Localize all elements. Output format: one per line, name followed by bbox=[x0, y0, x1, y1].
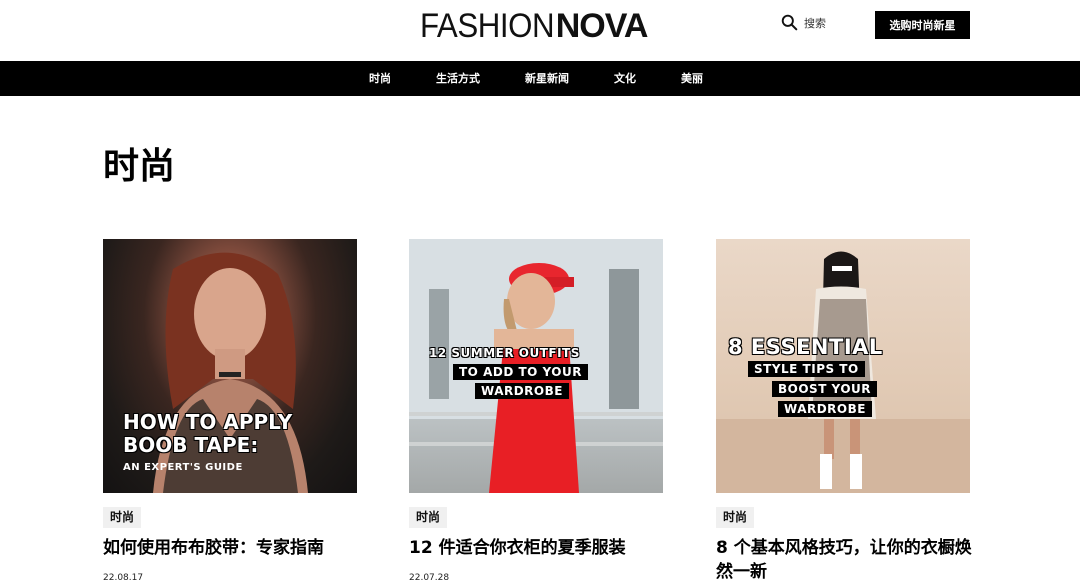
article-title[interactable]: 如何使用布布胶带：专家指南 bbox=[103, 536, 365, 560]
category-tag[interactable]: 时尚 bbox=[103, 507, 142, 528]
article-date: 22.07.28 bbox=[409, 573, 450, 583]
article-image[interactable]: 8 ESSENTIAL STYLE TIPS TO BOOST YOUR WAR… bbox=[716, 239, 970, 493]
image-headline-line1: 8 ESSENTIAL bbox=[728, 335, 883, 359]
nav-item-lifestyle[interactable]: 生活方式 bbox=[436, 61, 480, 96]
nav-item-culture[interactable]: 文化 bbox=[614, 61, 636, 96]
page-title: 时尚 bbox=[103, 146, 176, 187]
logo-light-text: FASHION bbox=[420, 6, 555, 45]
fashion-nova-logo[interactable]: FASHION NOVA bbox=[420, 6, 649, 45]
main-nav: 时尚 生活方式 新星新闻 文化 美丽 bbox=[0, 61, 1080, 96]
nav-item-beauty[interactable]: 美丽 bbox=[681, 61, 703, 96]
article-card: HOW TO APPLY BOOB TAPE: AN EXPERT'S GUID… bbox=[103, 239, 357, 583]
article-title[interactable]: 12 件适合你衣柜的夏季服装 bbox=[409, 536, 671, 560]
image-headline-line3: WARDROBE bbox=[475, 383, 569, 399]
article-image[interactable]: 12 SUMMER OUTFITS TO ADD TO YOUR WARDROB… bbox=[409, 239, 663, 493]
image-headline-line3: AN EXPERT'S GUIDE bbox=[123, 462, 243, 473]
image-headline-line1: 12 SUMMER OUTFITS bbox=[429, 346, 580, 360]
image-headline-line2: BOOB TAPE: bbox=[123, 433, 259, 457]
image-headline-line2: TO ADD TO YOUR bbox=[453, 364, 588, 380]
site-header: FASHION NOVA 搜索 选购时尚新星 bbox=[0, 0, 1080, 60]
search-icon bbox=[781, 14, 798, 31]
article-date: 22.08.17 bbox=[103, 573, 144, 583]
article-card: 8 ESSENTIAL STYLE TIPS TO BOOST YOUR WAR… bbox=[716, 239, 972, 582]
image-headline-line4: WARDROBE bbox=[778, 401, 872, 417]
nav-item-nova-news[interactable]: 新星新闻 bbox=[525, 61, 569, 96]
image-headline-line2: STYLE TIPS TO bbox=[748, 361, 865, 377]
article-image[interactable]: HOW TO APPLY BOOB TAPE: AN EXPERT'S GUID… bbox=[103, 239, 357, 493]
search-label: 搜索 bbox=[804, 16, 826, 30]
image-headline-line1: HOW TO APPLY bbox=[123, 410, 293, 434]
nav-item-fashion[interactable]: 时尚 bbox=[369, 61, 391, 96]
category-tag[interactable]: 时尚 bbox=[716, 507, 755, 528]
search-button[interactable]: 搜索 bbox=[781, 14, 826, 31]
category-tag[interactable]: 时尚 bbox=[409, 507, 448, 528]
article-card: 12 SUMMER OUTFITS TO ADD TO YOUR WARDROB… bbox=[409, 239, 663, 583]
logo-bold-text: NOVA bbox=[555, 6, 649, 45]
shop-fashion-nova-button[interactable]: 选购时尚新星 bbox=[875, 11, 970, 39]
article-title[interactable]: 8 个基本风格技巧，让你的衣橱焕然一新 bbox=[716, 536, 978, 583]
image-headline-line3: BOOST YOUR bbox=[772, 381, 878, 397]
